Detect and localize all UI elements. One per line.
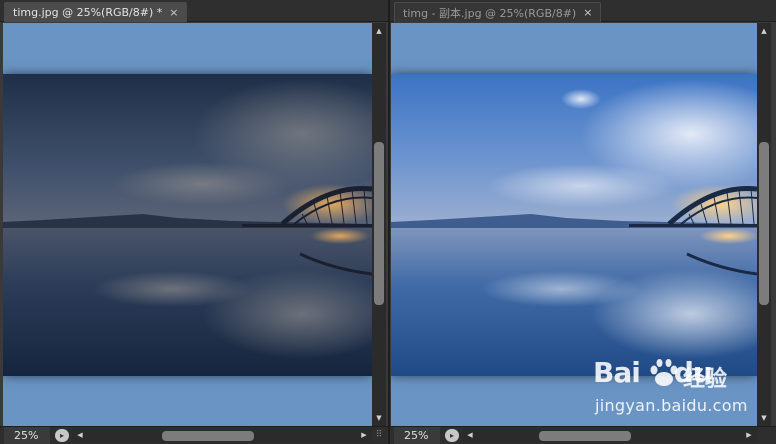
scroll-right-icon[interactable]: ▶ bbox=[743, 428, 755, 443]
image-bright bbox=[391, 74, 757, 376]
tab-bar-left: timg.jpg @ 25%(RGB/8#) * × bbox=[0, 0, 388, 22]
close-icon[interactable]: × bbox=[169, 7, 178, 18]
image-dark bbox=[3, 74, 372, 376]
horizontal-scrollbar-right[interactable]: ◀ ▶ bbox=[462, 428, 757, 443]
vertical-scrollbar-left[interactable]: ▲ ▼ bbox=[372, 23, 386, 426]
status-info-icon[interactable]: ▸ bbox=[55, 429, 69, 442]
tab-timg[interactable]: timg.jpg @ 25%(RGB/8#) * × bbox=[4, 2, 188, 22]
status-bar-left: 25% ▸ ◀ ▶ bbox=[0, 426, 388, 444]
zoom-level-field[interactable]: 25% bbox=[4, 427, 50, 444]
resize-grip-icon[interactable]: ⠿ bbox=[373, 429, 385, 442]
scroll-thumb[interactable] bbox=[759, 142, 769, 305]
scroll-left-icon[interactable]: ◀ bbox=[464, 428, 476, 443]
document-pane-left: timg.jpg @ 25%(RGB/8#) * × ▲ ▼ 25% ▸ ◀ ▶ bbox=[0, 0, 388, 444]
tab-title: timg - 副本.jpg @ 25%(RGB/8#) bbox=[403, 6, 577, 20]
tab-title: timg.jpg @ 25%(RGB/8#) * bbox=[13, 6, 163, 19]
scroll-up-icon[interactable]: ▲ bbox=[757, 25, 771, 37]
scroll-thumb[interactable] bbox=[374, 142, 384, 305]
status-info-icon[interactable]: ▸ bbox=[445, 429, 459, 442]
canvas-area-left[interactable] bbox=[3, 23, 372, 426]
scroll-down-icon[interactable]: ▼ bbox=[372, 412, 386, 424]
canvas-area-right[interactable] bbox=[391, 23, 757, 426]
vertical-scrollbar-right[interactable]: ▲ ▼ bbox=[757, 23, 771, 426]
horizontal-scrollbar-left[interactable]: ◀ ▶ bbox=[72, 428, 372, 443]
close-icon[interactable]: × bbox=[583, 7, 592, 18]
scroll-up-icon[interactable]: ▲ bbox=[372, 25, 386, 37]
document-pane-right: timg - 副本.jpg @ 25%(RGB/8#) × ▲ ▼ 25% ▸ … bbox=[390, 0, 776, 444]
tab-timg-copy[interactable]: timg - 副本.jpg @ 25%(RGB/8#) × bbox=[394, 2, 602, 22]
status-bar-right: 25% ▸ ◀ ▶ bbox=[390, 426, 776, 444]
tab-bar-right: timg - 副本.jpg @ 25%(RGB/8#) × bbox=[390, 0, 776, 22]
scroll-thumb[interactable] bbox=[539, 431, 631, 441]
scroll-right-icon[interactable]: ▶ bbox=[358, 428, 370, 443]
scroll-down-icon[interactable]: ▼ bbox=[757, 412, 771, 424]
zoom-level-field[interactable]: 25% bbox=[394, 427, 440, 444]
scroll-left-icon[interactable]: ◀ bbox=[74, 428, 86, 443]
scroll-thumb[interactable] bbox=[162, 431, 254, 441]
